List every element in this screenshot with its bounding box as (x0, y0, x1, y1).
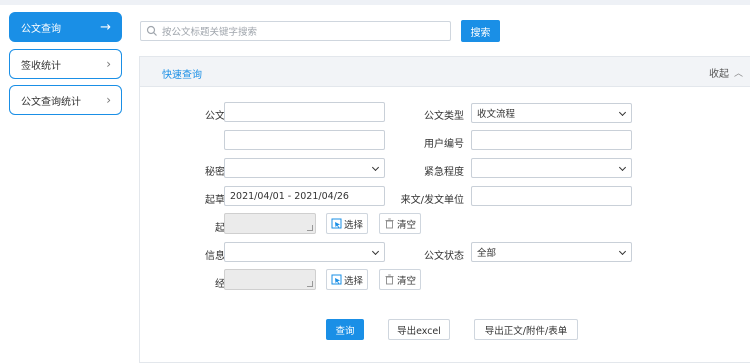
export-docs-button[interactable]: 导出正文/附件/表单 (474, 319, 578, 340)
search-button[interactable]: 搜索 (461, 20, 500, 42)
search-placeholder: 按公文标题关键字搜索 (162, 27, 258, 38)
doc-type-select[interactable]: 收文流程 (471, 103, 632, 123)
chevron-up-icon: ︿ (733, 69, 743, 79)
doc-type-value: 收文流程 (477, 109, 516, 120)
chevron-right-icon: › (106, 57, 111, 71)
export-excel-button[interactable]: 导出excel (388, 319, 450, 340)
top-strip (0, 0, 750, 5)
secret-level-select[interactable] (224, 158, 385, 178)
quick-query-panel: 快速查询 收起 ︿ 公文标题 公文类型 收文流程 字号 用户编号 秘密等级 紧急… (139, 56, 750, 363)
select-icon (331, 218, 342, 229)
trash-icon (385, 274, 394, 285)
doc-status-label: 公文状态 (424, 251, 464, 262)
doc-status-value: 全部 (477, 248, 497, 259)
unit-input[interactable] (471, 186, 632, 206)
clear-label: 清空 (397, 275, 417, 287)
doc-status-select[interactable]: 全部 (471, 242, 632, 262)
unit-label: 来文/发文单位 (400, 195, 464, 206)
sidebar-item-doc-query[interactable]: 公文查询 → (9, 12, 122, 42)
doc-no-input[interactable] (224, 130, 385, 150)
query-button[interactable]: 查询 (326, 319, 364, 340)
arrow-right-icon: → (100, 19, 111, 35)
handler-select-button[interactable]: 选择 (326, 269, 369, 290)
drafter-input[interactable] (224, 213, 316, 234)
urgency-select[interactable] (471, 158, 632, 178)
drafter-clear-button[interactable]: 清空 (379, 213, 422, 234)
sidebar-item-sign-stats[interactable]: 签收统计 › (9, 49, 122, 79)
panel-title: 快速查询 (162, 70, 202, 81)
sidebar-item-label: 签收统计 (21, 60, 61, 72)
trash-icon (385, 218, 394, 229)
sidebar-item-label: 公文查询统计 (21, 96, 81, 108)
doc-type-label: 公文类型 (424, 111, 464, 122)
handler-clear-button[interactable]: 清空 (379, 269, 422, 290)
handler-input[interactable] (224, 269, 316, 290)
chevron-right-icon: › (106, 93, 111, 107)
search-icon (146, 25, 157, 36)
sidebar-item-query-stats[interactable]: 公文查询统计 › (9, 85, 122, 115)
collapse-toggle[interactable]: 收起 ︿ (709, 65, 743, 80)
user-no-input[interactable] (471, 130, 632, 150)
sidebar-item-label: 公文查询 (21, 23, 61, 35)
urgency-label: 紧急程度 (424, 167, 464, 178)
collapse-label: 收起 (708, 69, 729, 80)
panel-header: 快速查询 收起 ︿ (140, 57, 750, 87)
doc-title-input[interactable] (224, 102, 385, 122)
info-public-select[interactable] (224, 242, 385, 262)
draft-time-range-input[interactable]: 2021/04/01 - 2021/04/26 (224, 186, 385, 206)
drafter-select-button[interactable]: 选择 (326, 213, 369, 234)
search-input[interactable]: 按公文标题关键字搜索 (140, 21, 451, 41)
clear-label: 清空 (397, 219, 417, 231)
select-label: 选择 (344, 275, 364, 287)
user-no-label: 用户编号 (424, 139, 464, 150)
select-label: 选择 (344, 219, 364, 231)
select-icon (331, 274, 342, 285)
